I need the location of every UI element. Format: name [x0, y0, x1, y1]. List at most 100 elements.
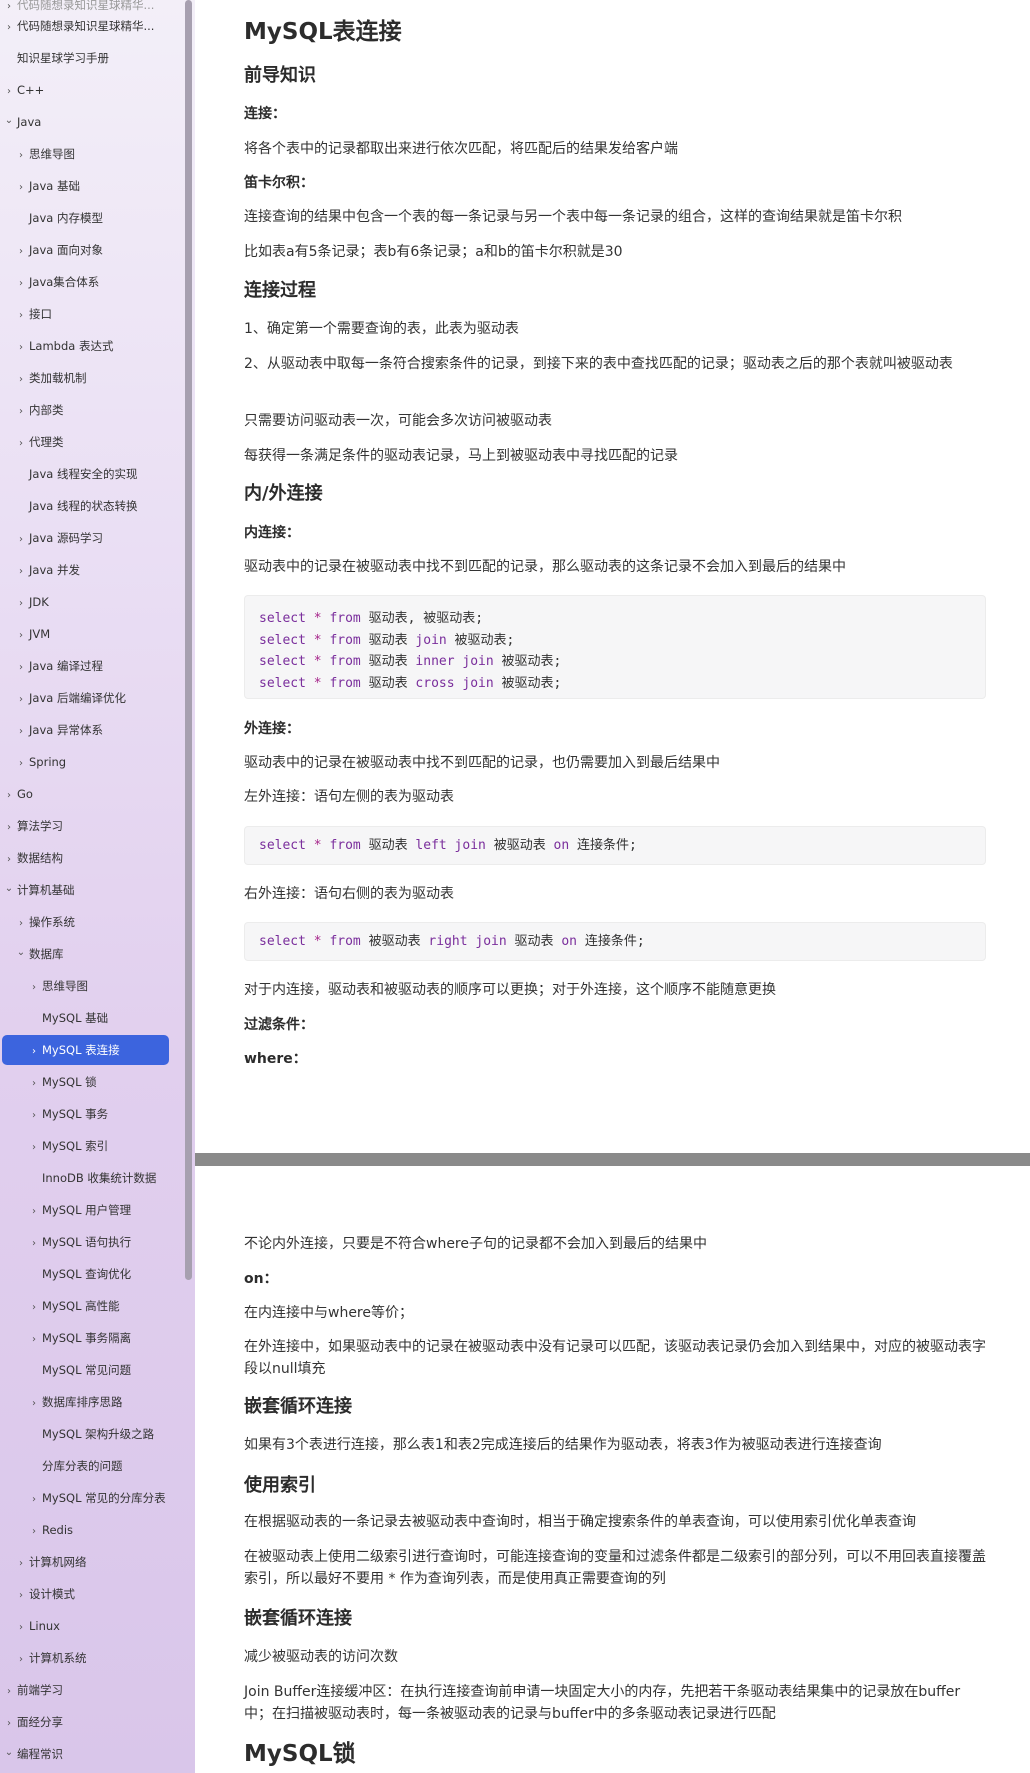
chevron-right-icon[interactable]: › [16, 1613, 26, 1641]
sidebar-item[interactable]: › Go [0, 779, 178, 809]
sidebar-item[interactable]: › Java 源码学习 [0, 523, 178, 553]
chevron-right-icon[interactable]: › [16, 749, 26, 777]
chevron-right-icon[interactable]: › [16, 1549, 26, 1577]
sidebar-item[interactable]: › Java集合体系 [0, 267, 178, 297]
sidebar-item[interactable]: › MySQL 索引 [0, 1131, 178, 1161]
sidebar-item[interactable]: › 思维导图 [0, 139, 178, 169]
chevron-right-icon[interactable]: › [16, 333, 26, 361]
chevron-right-icon[interactable]: › [4, 1709, 14, 1737]
chevron-right-icon[interactable]: › [29, 1485, 39, 1513]
sidebar-item[interactable]: › C++ [0, 75, 178, 105]
sidebar-item[interactable]: › MySQL 事务 [0, 1099, 178, 1129]
sidebar-item[interactable]: › Java 基础 [0, 171, 178, 201]
chevron-right-icon[interactable]: › [16, 557, 26, 585]
code-block-inner-join[interactable]: select * from 驱动表, 被驱动表; select * from 驱… [244, 595, 986, 699]
sidebar-item[interactable]: › 前端学习 [0, 1675, 178, 1705]
sidebar-item[interactable]: › 操作系统 [0, 907, 178, 937]
chevron-right-icon[interactable]: › [16, 653, 26, 681]
chevron-right-icon[interactable]: › [29, 1133, 39, 1161]
chevron-right-icon[interactable]: › [16, 717, 26, 745]
sidebar-item[interactable]: › 设计模式 [0, 1579, 178, 1609]
sidebar-item[interactable]: › Java 后端编译优化 [0, 683, 178, 713]
sidebar-item[interactable]: › Java 异常体系 [0, 715, 178, 745]
chevron-right-icon[interactable]: › [16, 173, 26, 201]
sidebar-item[interactable]: › 计算机网络 [0, 1547, 178, 1577]
sidebar-item[interactable]: › 接口 [0, 299, 178, 329]
sidebar-item[interactable]: ›MySQL 基础 [0, 1003, 178, 1033]
chevron-right-icon[interactable]: › [4, 781, 14, 809]
sidebar-item[interactable]: › MySQL 高性能 [0, 1291, 178, 1321]
sidebar-item[interactable]: › Java 并发 [0, 555, 178, 585]
chevron-right-icon[interactable]: › [16, 1645, 26, 1673]
sidebar-item[interactable]: ›Java 线程安全的实现 [0, 459, 178, 489]
sidebar-item[interactable]: › 面经分享 [0, 1707, 178, 1737]
sidebar-item[interactable]: › 数据库排序思路 [0, 1387, 178, 1417]
chevron-right-icon[interactable]: › [29, 1229, 39, 1257]
chevron-right-icon[interactable]: › [16, 365, 26, 393]
chevron-right-icon[interactable]: › [16, 525, 26, 553]
sidebar-item[interactable]: › JVM [0, 619, 178, 649]
sidebar-item[interactable]: › 计算机系统 [0, 1643, 178, 1673]
sidebar-item[interactable]: ›Java 线程的状态转换 [0, 491, 178, 521]
sidebar-item[interactable]: ›Java 内存模型 [0, 203, 178, 233]
chevron-right-icon[interactable]: › [16, 301, 26, 329]
sidebar-item[interactable]: › MySQL 锁 [0, 1067, 178, 1097]
sidebar-item[interactable]: › Spring [0, 747, 178, 777]
sidebar-item[interactable]: › 代理类 [0, 427, 178, 457]
sidebar-item[interactable]: ›分库分表的问题 [0, 1451, 178, 1481]
chevron-right-icon[interactable]: › [16, 589, 26, 617]
chevron-right-icon[interactable]: › [16, 909, 26, 937]
sidebar-item[interactable]: ⌄ 计算机基础 [0, 875, 178, 905]
chevron-right-icon[interactable]: › [29, 973, 39, 1001]
sidebar-item[interactable]: › 思维导图 [0, 971, 178, 1001]
sidebar-item[interactable]: › Redis [0, 1515, 178, 1545]
sidebar-scrollbar-thumb[interactable] [185, 0, 192, 1280]
sidebar-item[interactable]: ›MySQL 架构升级之路 [0, 1419, 178, 1449]
sidebar-item[interactable]: › 内部类 [0, 395, 178, 425]
sidebar-item[interactable]: › Java 编译过程 [0, 651, 178, 681]
sidebar-item[interactable]: › MySQL 常见的分库分表 [0, 1483, 178, 1513]
chevron-down-icon[interactable]: ⌄ [16, 939, 26, 968]
sidebar-item[interactable]: ›知识星球学习手册 [0, 43, 178, 73]
chevron-right-icon[interactable]: › [4, 845, 14, 873]
sidebar-item[interactable]: › Linux [0, 1611, 178, 1641]
chevron-right-icon[interactable]: › [16, 685, 26, 713]
chevron-right-icon[interactable]: › [29, 1325, 39, 1353]
sidebar-item[interactable]: ⌄ Java [0, 107, 178, 137]
chevron-right-icon[interactable]: › [29, 1389, 39, 1417]
chevron-right-icon[interactable]: › [16, 621, 26, 649]
chevron-right-icon[interactable]: › [4, 1677, 14, 1705]
chevron-right-icon[interactable]: › [16, 269, 26, 297]
chevron-right-icon[interactable]: › [29, 1517, 39, 1545]
chevron-down-icon[interactable]: ⌄ [4, 1739, 14, 1768]
chevron-right-icon[interactable]: › [16, 141, 26, 169]
code-block-left-join[interactable]: select * from 驱动表 left join 被驱动表 on 连接条件… [244, 826, 986, 865]
code-block-right-join[interactable]: select * from 被驱动表 right join 驱动表 on 连接条… [244, 922, 986, 961]
chevron-right-icon[interactable]: › [29, 1197, 39, 1225]
sidebar-item[interactable]: › MySQL 用户管理 [0, 1195, 178, 1225]
chevron-right-icon[interactable]: › [29, 1069, 39, 1097]
sidebar-item[interactable]: › MySQL 语句执行 [0, 1227, 178, 1257]
chevron-right-icon[interactable]: › [29, 1037, 39, 1065]
sidebar-item-active[interactable]: › MySQL 表连接 [2, 1035, 169, 1065]
sidebar-item[interactable]: ⌄ 编程常识 [0, 1739, 178, 1769]
sidebar-item[interactable]: › MySQL 事务隔离 [0, 1323, 178, 1353]
sidebar-item[interactable]: ›MySQL 常见问题 [0, 1355, 178, 1385]
sidebar-item[interactable]: › JDK [0, 587, 178, 617]
chevron-down-icon[interactable]: ⌄ [4, 875, 14, 904]
sidebar-item[interactable]: ⌄ 数据库 [0, 939, 178, 969]
chevron-right-icon[interactable]: › [4, 813, 14, 841]
sidebar-item[interactable]: › 代码随想录知识星球精华... [0, 11, 178, 41]
chevron-right-icon[interactable]: › [29, 1293, 39, 1321]
chevron-right-icon[interactable]: › [16, 429, 26, 457]
sidebar-item[interactable]: › Lambda 表达式 [0, 331, 178, 361]
sidebar-item[interactable]: › 类加载机制 [0, 363, 178, 393]
sidebar-item[interactable]: › 数据结构 [0, 843, 178, 873]
chevron-right-icon[interactable]: › [16, 1581, 26, 1609]
chevron-down-icon[interactable]: ⌄ [4, 107, 14, 136]
chevron-right-icon[interactable]: › [16, 237, 26, 265]
chevron-right-icon[interactable]: › [29, 1101, 39, 1129]
chevron-right-icon[interactable]: › [16, 397, 26, 425]
sidebar-item[interactable]: › Java 面向对象 [0, 235, 178, 265]
sidebar-item[interactable]: ›MySQL 查询优化 [0, 1259, 178, 1289]
